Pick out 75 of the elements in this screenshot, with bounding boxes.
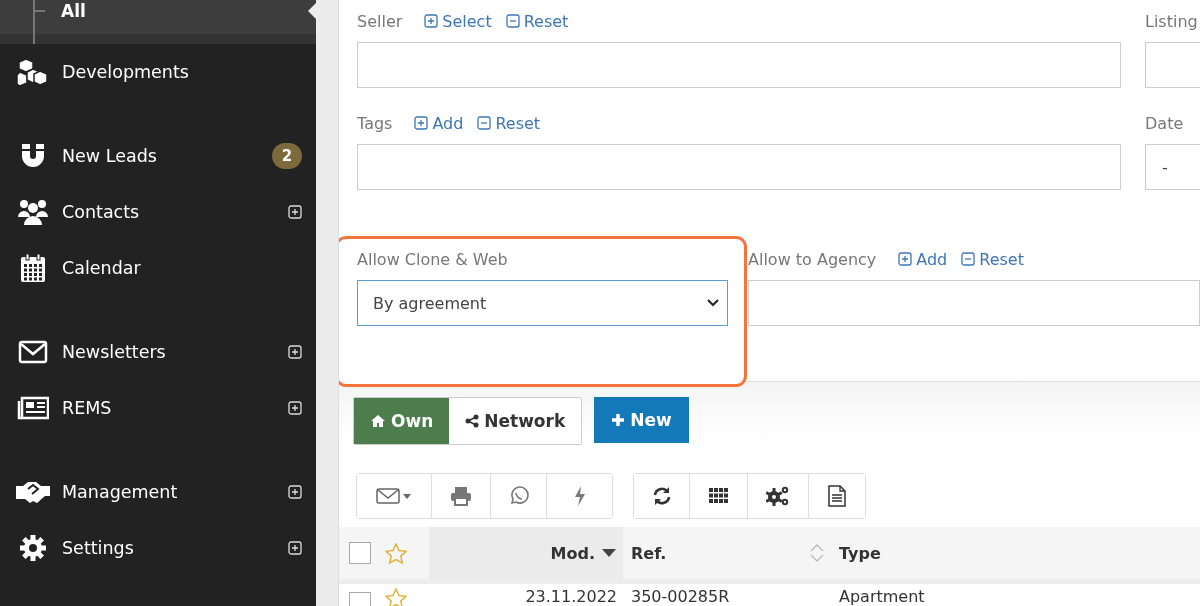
sidebar-item[interactable]: REMS: [0, 380, 316, 436]
refresh-icon: [651, 486, 672, 506]
grid-icon: [708, 488, 729, 504]
sort-down-icon: [601, 548, 617, 558]
reset-link[interactable]: Reset: [477, 113, 541, 133]
network-tab[interactable]: Network: [449, 398, 582, 444]
share-icon: [465, 414, 480, 428]
sidebar-item[interactable]: New Leads 2: [0, 128, 316, 184]
field-label: Allow Clone & Web: [357, 249, 508, 269]
sidebar-item[interactable]: Developments: [0, 44, 316, 100]
column-header[interactable]: Mod.: [429, 527, 623, 579]
sidebar-item[interactable]: Newsletters: [0, 324, 316, 380]
newspaper-icon: [17, 396, 49, 420]
magnet-icon: [19, 142, 47, 170]
expand-icon: [288, 541, 302, 555]
mail-icon: [376, 488, 412, 504]
sidebar-item[interactable]: Calendar: [0, 240, 316, 296]
plus-icon: [424, 14, 439, 28]
column-header[interactable]: Type: [831, 527, 881, 579]
field-label: Date: [1145, 113, 1184, 133]
add-link[interactable]: Add: [898, 249, 948, 269]
field-label: Allow to Agency: [748, 249, 877, 269]
star-icon[interactable]: [385, 588, 407, 606]
expand-icon: [288, 345, 302, 359]
minus-icon: [961, 252, 976, 266]
add-link[interactable]: Add: [414, 113, 464, 133]
plus-icon: [898, 252, 913, 266]
dropdown[interactable]: By agreement: [357, 280, 728, 326]
input-field[interactable]: -: [1145, 144, 1200, 190]
expand-icon: [288, 485, 302, 499]
sidebar-item[interactable]: Management: [0, 464, 316, 520]
active-pointer-icon: [308, 3, 316, 19]
count-badge: 2: [272, 143, 302, 169]
sidebar-item[interactable]: Contacts: [0, 184, 316, 240]
document-icon: [828, 485, 846, 507]
table-cell-text: Apartment: [838, 588, 925, 605]
input-field[interactable]: [1145, 42, 1200, 88]
plus-icon: [611, 413, 626, 427]
field-label: Seller: [357, 11, 403, 31]
gears-icon: [766, 485, 790, 507]
sidebar-item[interactable]: Settings: [0, 520, 316, 576]
reset-link[interactable]: Reset: [961, 249, 1024, 269]
input-field[interactable]: [357, 144, 1121, 190]
select-all-checkbox[interactable]: [349, 542, 371, 564]
minus-icon: [505, 14, 520, 28]
toolbar-button[interactable]: [634, 474, 690, 518]
expand-icon: [288, 205, 302, 219]
plus-icon: [414, 116, 429, 130]
print-icon: [450, 486, 472, 506]
table-cell-text: 350-00285R: [630, 588, 731, 605]
cubes-icon: [16, 57, 50, 87]
bolt-icon: [573, 486, 586, 506]
sidebar-subitem[interactable]: All: [0, 0, 316, 44]
input-field[interactable]: [357, 42, 1121, 88]
add-link[interactable]: Select: [424, 11, 492, 31]
handshake-icon: [15, 479, 51, 505]
users-icon: [17, 197, 49, 227]
field-label: Tags: [357, 113, 393, 133]
star-icon[interactable]: [385, 542, 407, 564]
home-icon: [370, 414, 386, 428]
chevron-down-icon: [707, 299, 719, 307]
table-cell-text: 23.11.2022: [524, 588, 618, 605]
reset-link[interactable]: Reset: [505, 11, 569, 31]
envelope-icon: [18, 340, 48, 364]
chat-bubble-icon: [508, 486, 529, 506]
input-field[interactable]: [748, 280, 1200, 326]
minus-icon: [477, 116, 492, 130]
calendar-icon: [19, 253, 47, 283]
field-label: Listing: [1145, 11, 1198, 31]
own-tab[interactable]: Own: [354, 398, 450, 444]
expand-icon: [288, 401, 302, 415]
sort-icon: [809, 542, 825, 564]
new-button[interactable]: New: [594, 397, 689, 443]
column-header[interactable]: Ref.: [623, 527, 831, 579]
gear-icon: [19, 534, 47, 562]
